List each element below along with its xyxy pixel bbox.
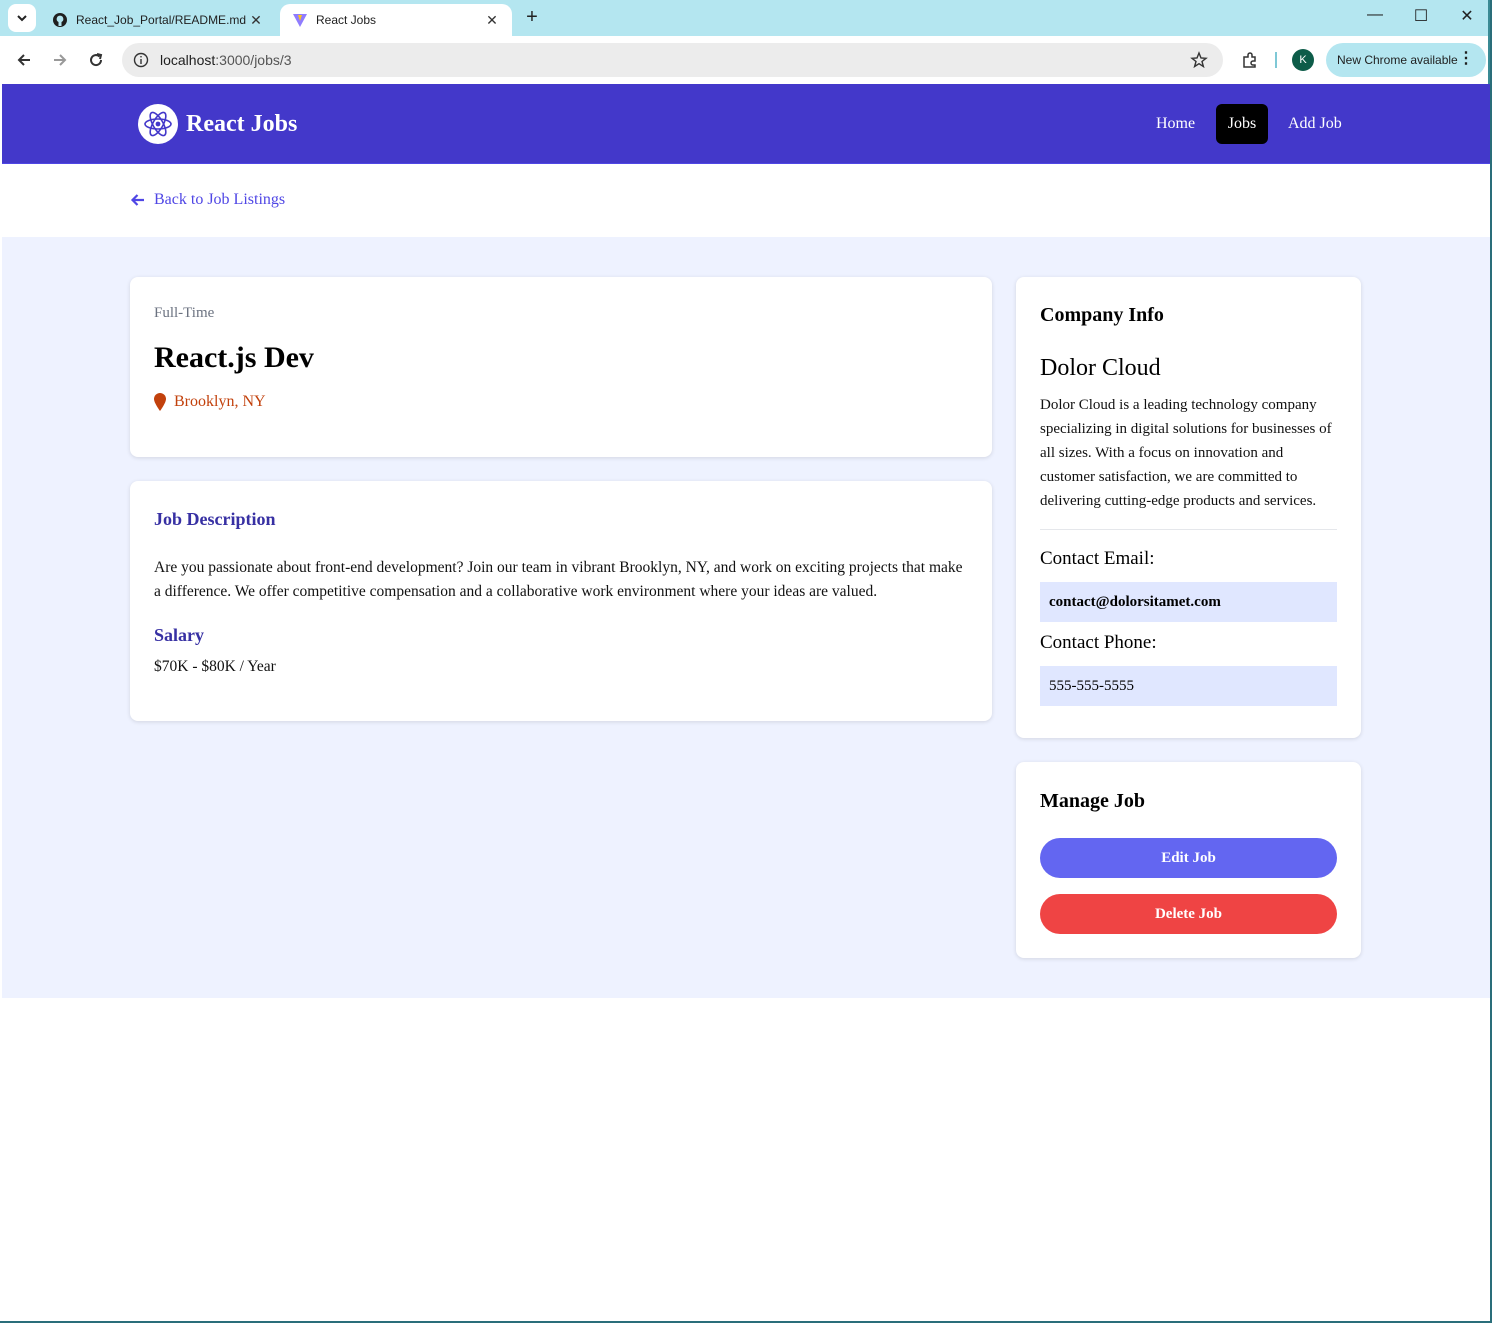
job-content: Full-Time React.js Dev Brooklyn, NY Job … bbox=[2, 237, 1490, 998]
edit-job-button[interactable]: Edit Job bbox=[1040, 838, 1337, 878]
tab-title: React Jobs bbox=[316, 13, 377, 27]
back-link-label: Back to Job Listings bbox=[154, 191, 286, 208]
new-tab-button[interactable]: + bbox=[520, 6, 544, 30]
back-to-listings-link[interactable]: Back to Job Listings bbox=[130, 191, 285, 209]
company-description: Dolor Cloud is a leading technology comp… bbox=[1040, 397, 1332, 509]
job-location: Brooklyn, NY bbox=[154, 393, 266, 411]
close-icon[interactable]: ✕ bbox=[248, 12, 264, 29]
brand-name: React Jobs bbox=[186, 110, 298, 137]
brand-link[interactable]: React Jobs bbox=[138, 104, 297, 144]
contact-email-value: contact@dolorsitamet.com bbox=[1040, 582, 1337, 622]
update-chrome-button[interactable]: New Chrome available ⋮ bbox=[1326, 43, 1486, 77]
tab-bar: React_Job_Portal/README.md a ✕ React Job… bbox=[0, 0, 1488, 36]
url-text: localhost:3000/jobs/3 bbox=[160, 52, 1189, 68]
forward-arrow-icon[interactable] bbox=[48, 48, 72, 72]
bookmark-star-icon[interactable] bbox=[1189, 50, 1209, 70]
description-heading: Job Description bbox=[154, 509, 276, 529]
tab-readme[interactable]: React_Job_Portal/README.md a ✕ bbox=[40, 4, 276, 36]
back-arrow-icon[interactable] bbox=[12, 48, 36, 72]
back-section: Back to Job Listings bbox=[2, 164, 1490, 237]
company-info-heading: Company Info bbox=[1040, 304, 1164, 326]
nav-jobs[interactable]: Jobs bbox=[1216, 104, 1268, 144]
site-info-icon[interactable] bbox=[132, 51, 150, 69]
browser-window: React_Job_Portal/README.md a ✕ React Job… bbox=[0, 0, 1490, 1321]
description-text: Are you passionate about front-end devel… bbox=[154, 559, 963, 600]
company-name: Dolor Cloud bbox=[1040, 355, 1161, 381]
job-title: React.js Dev bbox=[154, 341, 314, 374]
profile-avatar[interactable]: K bbox=[1292, 49, 1314, 71]
close-window-icon[interactable]: ✕ bbox=[1452, 6, 1482, 30]
tab-search-button[interactable] bbox=[8, 4, 36, 32]
address-bar[interactable]: localhost:3000/jobs/3 bbox=[122, 43, 1223, 77]
app-viewport: React Jobs Home Jobs Add Job Back to Job… bbox=[2, 84, 1490, 1321]
contact-phone-value: 555-555-5555 bbox=[1040, 666, 1337, 706]
browser-toolbar: localhost:3000/jobs/3 K New Chrome avail… bbox=[0, 36, 1488, 84]
more-menu-icon[interactable]: ⋮ bbox=[1458, 51, 1474, 67]
url-host: localhost bbox=[160, 52, 216, 68]
minimize-icon[interactable]: — bbox=[1360, 6, 1390, 30]
contact-email-label: Contact Email: bbox=[1040, 548, 1155, 569]
divider bbox=[1040, 529, 1337, 530]
tab-react-jobs[interactable]: React Jobs ✕ bbox=[280, 4, 512, 36]
maximize-icon[interactable]: ☐ bbox=[1406, 6, 1436, 30]
delete-job-button[interactable]: Delete Job bbox=[1040, 894, 1337, 934]
url-path: :3000/jobs/3 bbox=[215, 52, 292, 68]
salary-value: $70K - $80K / Year bbox=[154, 658, 276, 675]
arrow-left-icon bbox=[130, 192, 146, 208]
reload-icon[interactable] bbox=[84, 48, 108, 72]
manage-job-card: Manage Job Edit Job Delete Job bbox=[1016, 762, 1361, 958]
toolbar-separator bbox=[1275, 52, 1277, 68]
navbar: React Jobs Home Jobs Add Job bbox=[2, 84, 1490, 164]
react-logo-icon bbox=[138, 104, 178, 144]
nav-home[interactable]: Home bbox=[1146, 104, 1205, 144]
close-icon[interactable]: ✕ bbox=[484, 12, 500, 29]
nav-add-job[interactable]: Add Job bbox=[1278, 104, 1352, 144]
location-text: Brooklyn, NY bbox=[174, 393, 266, 410]
contact-phone-label: Contact Phone: bbox=[1040, 632, 1157, 653]
github-icon bbox=[52, 12, 68, 28]
tab-title: React_Job_Portal/README.md a bbox=[76, 13, 248, 27]
extensions-icon[interactable] bbox=[1238, 48, 1262, 72]
vite-icon bbox=[292, 12, 308, 28]
chevron-down-icon bbox=[17, 15, 27, 22]
update-label: New Chrome available bbox=[1337, 53, 1458, 67]
map-marker-icon bbox=[154, 393, 166, 411]
job-description-card: Job Description Are you passionate about… bbox=[130, 481, 992, 721]
company-info-card: Company Info Dolor Cloud Dolor Cloud is … bbox=[1016, 277, 1361, 738]
job-type: Full-Time bbox=[154, 305, 215, 321]
job-summary-card: Full-Time React.js Dev Brooklyn, NY bbox=[130, 277, 992, 457]
salary-heading: Salary bbox=[154, 625, 205, 645]
manage-job-heading: Manage Job bbox=[1040, 790, 1145, 812]
